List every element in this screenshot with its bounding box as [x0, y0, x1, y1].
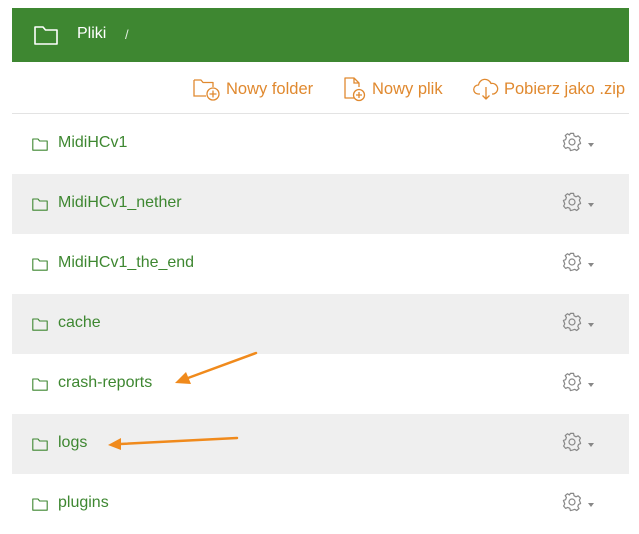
- download-zip-label: Pobierz jako .zip: [504, 79, 626, 98]
- chevron-down-icon: [588, 383, 594, 387]
- breadcrumb-header: Pliki /: [12, 8, 629, 62]
- file-row[interactable]: logs: [12, 414, 629, 474]
- file-row[interactable]: MidiHCv1_the_end: [12, 234, 629, 294]
- folder-plus-icon: [193, 79, 220, 101]
- folder-icon: [32, 438, 48, 451]
- file-plus-icon: [344, 77, 366, 102]
- download-zip-button[interactable]: Pobierz jako .zip: [473, 77, 625, 101]
- file-row[interactable]: MidiHCv1: [12, 114, 629, 174]
- gear-icon: [562, 252, 582, 272]
- new-file-label: Nowy plik: [372, 80, 443, 98]
- breadcrumb-separator: /: [125, 27, 129, 42]
- file-name[interactable]: MidiHCv1: [58, 134, 127, 152]
- gear-icon: [562, 192, 582, 212]
- folder-icon: [32, 138, 48, 151]
- gear-icon: [562, 312, 582, 332]
- chevron-down-icon: [588, 503, 594, 507]
- new-folder-button[interactable]: Nowy folder: [193, 77, 313, 101]
- file-row[interactable]: MidiHCv1_nether: [12, 174, 629, 234]
- chevron-down-icon: [588, 203, 594, 207]
- gear-icon: [562, 132, 582, 152]
- folder-icon: [34, 26, 58, 45]
- file-name[interactable]: crash-reports: [58, 374, 152, 392]
- file-row[interactable]: cache: [12, 294, 629, 354]
- row-actions-menu[interactable]: [562, 372, 594, 392]
- file-name[interactable]: MidiHCv1_the_end: [58, 254, 194, 272]
- file-row[interactable]: plugins: [12, 474, 629, 534]
- file-toolbar: Nowy folder Nowy plik Pobierz jako .zip: [12, 62, 629, 114]
- breadcrumb-root[interactable]: Pliki: [77, 25, 106, 43]
- file-name[interactable]: cache: [58, 314, 101, 332]
- file-list: MidiHCv1 MidiHCv1_nether MidiHCv1_the_en…: [12, 114, 629, 534]
- row-actions-menu[interactable]: [562, 432, 594, 452]
- chevron-down-icon: [588, 443, 594, 447]
- row-actions-menu[interactable]: [562, 312, 594, 332]
- file-row[interactable]: crash-reports: [12, 354, 629, 414]
- new-file-button[interactable]: Nowy plik: [343, 77, 443, 102]
- row-actions-menu[interactable]: [562, 252, 594, 272]
- folder-icon: [32, 198, 48, 211]
- folder-icon: [32, 378, 48, 391]
- gear-icon: [562, 432, 582, 452]
- new-folder-label: Nowy folder: [226, 79, 314, 98]
- chevron-down-icon: [588, 263, 594, 267]
- chevron-down-icon: [588, 323, 594, 327]
- row-actions-menu[interactable]: [562, 192, 594, 212]
- gear-icon: [562, 492, 582, 512]
- file-name[interactable]: MidiHCv1_nether: [58, 194, 182, 212]
- cloud-download-icon: [473, 78, 499, 100]
- folder-icon: [32, 498, 48, 511]
- folder-icon: [32, 258, 48, 271]
- row-actions-menu[interactable]: [562, 132, 594, 152]
- gear-icon: [562, 372, 582, 392]
- row-actions-menu[interactable]: [562, 492, 594, 512]
- folder-icon: [32, 318, 48, 331]
- chevron-down-icon: [588, 143, 594, 147]
- file-name[interactable]: plugins: [58, 494, 109, 512]
- file-name[interactable]: logs: [58, 434, 87, 452]
